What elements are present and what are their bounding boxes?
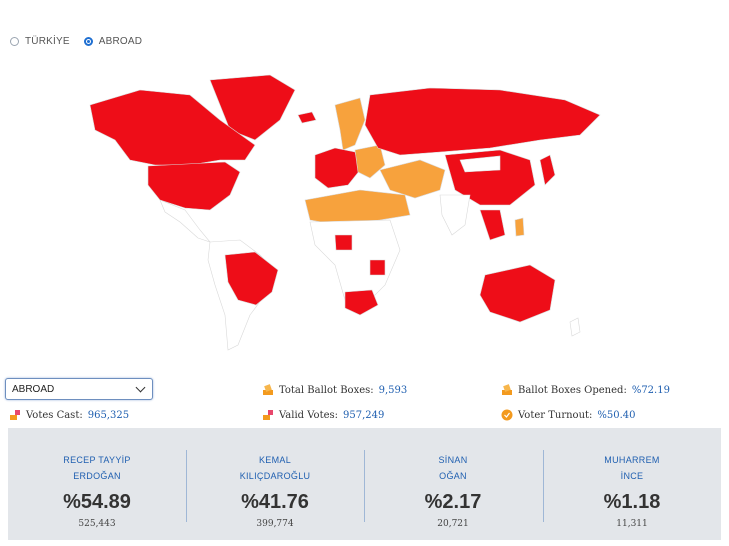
map-region-north-africa [304,189,411,226]
ballot-box-icon [263,384,273,395]
candidate-card-ince[interactable]: MUHARREM İNCE %1.18 11,311 [543,428,721,540]
map-region-philippines [514,217,525,237]
candidate-name: SİNAN OĞAN [364,452,542,484]
stat-value: %72.19 [631,384,670,396]
candidate-last-name: OĞAN [439,471,467,481]
region-dropdown-value: ABROAD [12,383,55,395]
stat-label: Valid Votes: [279,409,339,421]
candidate-percentage: %2.17 [424,491,482,513]
map-region-australia [479,264,556,323]
map-region-iceland [297,111,317,124]
stat-voter-turnout: Voter Turnout: %50.40 [501,409,636,421]
candidate-percentage: %41.76 [241,491,309,513]
candidate-votes: 11,311 [616,519,648,529]
candidate-card-erdogan[interactable]: RECEP TAYYİP ERDOĞAN %54.89 525,443 [8,428,186,540]
region-dropdown[interactable]: ABROAD [5,378,153,400]
candidate-first-name: MUHARREM [604,455,660,465]
map-region-russia [364,87,601,156]
map-region-japan [539,154,556,186]
candidate-votes: 399,774 [256,519,294,529]
radio-abroad[interactable] [83,37,93,46]
votes-cast-icon [10,410,20,420]
candidate-votes: 20,721 [437,519,469,529]
valid-votes-icon [263,410,273,420]
candidate-card-kilicdaroglu[interactable]: KEMAL KILIÇDAROĞLU %41.76 399,774 [186,428,364,540]
stat-votes-cast: Votes Cast: 965,325 [9,409,129,421]
radio-turkiye[interactable] [10,37,19,46]
stat-value: 965,325 [87,409,130,421]
map-region-scandinavia [334,97,366,151]
map-region-western-europe [314,147,361,189]
stat-valid-votes: Valid Votes: 957,249 [262,409,384,421]
candidates-panel: RECEP TAYYİP ERDOĞAN %54.89 525,443 KEMA… [8,428,721,540]
stat-label: Voter Turnout: [518,409,593,421]
radio-turkiye-label[interactable]: TÜRKİYE [25,36,70,47]
candidate-first-name: KEMAL [258,455,291,465]
candidate-card-ogan[interactable]: SİNAN OĞAN %2.17 20,721 [364,428,542,540]
candidate-last-name: KILIÇDAROĞLU [239,471,311,481]
world-results-map[interactable] [60,60,620,360]
ballot-box-open-icon [502,384,512,395]
map-region-middle-east [379,159,446,199]
stat-label: Votes Cast: [26,409,83,421]
region-radio-group: TÜRKİYE ABROAD [10,36,150,47]
map-region-south-africa [344,289,379,316]
radio-abroad-label[interactable]: ABROAD [99,36,142,47]
stat-value: 957,249 [343,409,385,421]
chevron-down-icon[interactable] [135,382,146,392]
candidate-last-name: ERDOĞAN [73,471,121,481]
candidate-votes: 525,443 [78,519,116,529]
map-region-tanzania [369,259,386,276]
map-region-eastern-europe [354,144,386,179]
stat-value: 9,593 [378,384,408,396]
stat-value: %50.40 [597,409,636,421]
map-region-nigeria [334,234,353,251]
stat-label: Total Ballot Boxes: [279,384,374,396]
stat-total-ballot-boxes: Total Ballot Boxes: 9,593 [262,384,407,396]
map-region-south-asia [439,194,471,236]
stat-ballot-boxes-opened: Ballot Boxes Opened: %72.19 [501,384,670,396]
stat-label: Ballot Boxes Opened: [518,384,627,396]
candidate-first-name: RECEP TAYYİP [63,455,131,465]
map-region-southeast-asia [479,209,506,241]
candidate-percentage: %54.89 [63,491,131,513]
candidate-name: RECEP TAYYİP ERDOĞAN [8,452,186,484]
candidate-name: KEMAL KILIÇDAROĞLU [186,452,364,484]
candidate-percentage: %1.18 [603,491,661,513]
turnout-icon [501,409,513,421]
candidate-first-name: SİNAN [438,455,468,465]
candidate-last-name: İNCE [620,471,644,481]
map-region-new-zealand [569,317,581,337]
candidate-name: MUHARREM İNCE [543,452,721,484]
